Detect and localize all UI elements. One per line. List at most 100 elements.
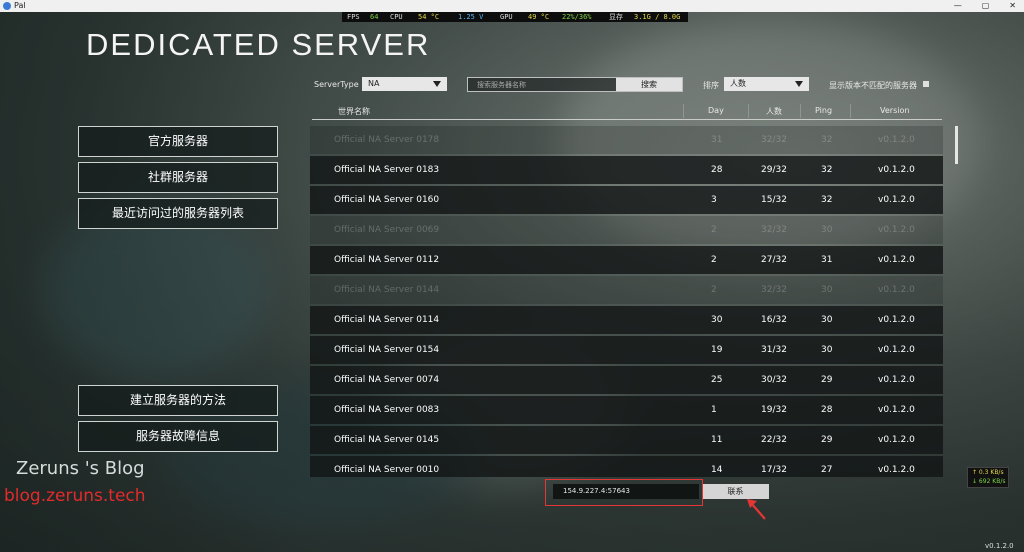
server-version: v0.1.2.0 — [878, 225, 915, 235]
server-ping: 31 — [821, 255, 833, 265]
server-row[interactable]: Official NA Server 0154 19 31/32 30 v0.1.2.0 — [310, 336, 943, 364]
server-ping: 30 — [821, 225, 833, 235]
server-version: v0.1.2.0 — [878, 315, 915, 325]
show-mismatch-checkbox[interactable] — [923, 81, 929, 87]
sort-dropdown[interactable]: 人数 — [724, 77, 809, 91]
server-row[interactable]: Official NA Server 0145 11 22/32 29 v0.1.2.0 — [310, 426, 943, 454]
server-type-dropdown[interactable]: NA — [362, 77, 447, 91]
server-name: Official NA Server 0112 — [334, 255, 440, 265]
hud-gpu-label: GPU — [500, 13, 513, 21]
server-row[interactable]: Official NA Server 0144 2 32/32 30 v0.1.2.0 — [310, 276, 943, 304]
server-players: 27/32 — [761, 255, 787, 265]
server-players: 17/32 — [761, 465, 787, 475]
server-day: 2 — [711, 285, 717, 295]
server-players: 19/32 — [761, 405, 787, 415]
upload-speed: ↑ 0.3 KB/s — [972, 469, 1004, 476]
hud-gpu-usage: 22%/36% — [562, 13, 592, 21]
server-day: 30 — [711, 315, 723, 325]
hud-fps-label: FPS — [347, 13, 360, 21]
official-servers-button[interactable]: 官方服务器 — [78, 126, 278, 157]
server-players: 31/32 — [761, 345, 787, 355]
server-players: 32/32 — [761, 225, 787, 235]
server-search: 搜索服务器名称 搜索 — [467, 77, 683, 92]
server-row[interactable]: Official NA Server 0178 31 32/32 32 v0.1.2.0 — [310, 126, 943, 154]
server-name: Official NA Server 0145 — [334, 435, 440, 445]
server-version: v0.1.2.0 — [878, 255, 915, 265]
column-divider — [748, 104, 749, 118]
column-divider — [850, 104, 851, 118]
server-day: 31 — [711, 135, 723, 145]
server-day: 2 — [711, 255, 717, 265]
server-name: Official NA Server 0178 — [334, 135, 440, 145]
maximize-icon[interactable]: ▢ — [982, 0, 990, 12]
server-players: 29/32 — [761, 165, 787, 175]
server-version: v0.1.2.0 — [878, 435, 915, 445]
community-servers-button[interactable]: 社群服务器 — [78, 162, 278, 193]
server-trouble-button[interactable]: 服务器故障信息 — [78, 421, 278, 452]
window-titlebar: Pal — ▢ ✕ — [0, 0, 1024, 12]
recent-servers-button[interactable]: 最近访问过的服务器列表 — [78, 198, 278, 229]
server-version: v0.1.2.0 — [878, 345, 915, 355]
server-row[interactable]: Official NA Server 0074 25 30/32 29 v0.1.2.0 — [310, 366, 943, 394]
server-name: Official NA Server 0144 — [334, 285, 440, 295]
server-row[interactable]: Official NA Server 0069 2 32/32 30 v0.1.2.0 — [310, 216, 943, 244]
server-players: 16/32 — [761, 315, 787, 325]
server-name: Official NA Server 0114 — [334, 315, 440, 325]
server-ping: 30 — [821, 345, 833, 355]
server-type-value: NA — [368, 79, 380, 88]
column-header-ping[interactable]: Ping — [815, 106, 832, 115]
server-day: 2 — [711, 225, 717, 235]
server-row[interactable]: Official NA Server 0114 30 16/32 30 v0.1.2.0 — [310, 306, 943, 334]
close-icon[interactable]: ✕ — [1009, 0, 1016, 12]
minimize-icon[interactable]: — — [954, 0, 962, 12]
server-row[interactable]: Official NA Server 0160 3 15/32 32 v0.1.2.0 — [310, 186, 943, 214]
server-ping: 30 — [821, 315, 833, 325]
server-version: v0.1.2.0 — [878, 165, 915, 175]
server-day: 25 — [711, 375, 723, 385]
hud-mem-label: 显存 — [609, 13, 623, 21]
column-header-version[interactable]: Version — [880, 106, 909, 115]
sort-value: 人数 — [730, 79, 746, 88]
server-day: 14 — [711, 465, 723, 475]
hud-cpu-temp: 54 °C — [418, 13, 440, 21]
server-day: 19 — [711, 345, 723, 355]
hud-fps-value: 64 — [370, 13, 379, 21]
server-row[interactable]: Official NA Server 0112 2 27/32 31 v0.1.2.0 — [310, 246, 943, 274]
server-row[interactable]: Official NA Server 0083 1 19/32 28 v0.1.2.0 — [310, 396, 943, 424]
app-title: Pal — [14, 1, 26, 10]
server-players: 22/32 — [761, 435, 787, 445]
search-button[interactable]: 搜索 — [616, 78, 682, 91]
column-header-name[interactable]: 世界名称 — [338, 106, 370, 117]
server-players: 32/32 — [761, 135, 787, 145]
server-ping: 28 — [821, 405, 833, 415]
how-to-host-button[interactable]: 建立服务器的方法 — [78, 385, 278, 416]
header-divider — [312, 119, 942, 120]
column-divider — [683, 104, 684, 118]
server-name: Official NA Server 0154 — [334, 345, 440, 355]
blog-watermark: Zeruns 's Blog — [16, 458, 145, 479]
server-day: 28 — [711, 165, 723, 175]
server-players: 32/32 — [761, 285, 787, 295]
server-version: v0.1.2.0 — [878, 135, 915, 145]
server-row[interactable]: Official NA Server 0183 28 29/32 32 v0.1.2.0 — [310, 156, 943, 184]
server-version: v0.1.2.0 — [878, 195, 915, 205]
hud-cpu-volt: 1.25 V — [458, 13, 484, 21]
server-ping: 29 — [821, 375, 833, 385]
network-speed-widget: ↑ 0.3 KB/s ↓ 692 KB/s — [967, 467, 1009, 488]
search-input[interactable]: 搜索服务器名称 — [477, 80, 526, 90]
server-ping: 32 — [821, 195, 833, 205]
column-header-players[interactable]: 人数 — [766, 106, 782, 117]
column-header-day[interactable]: Day — [708, 106, 724, 115]
server-version: v0.1.2.0 — [878, 465, 915, 475]
show-mismatch-label: 显示版本不匹配的服务器 — [829, 81, 917, 90]
server-row[interactable]: Official NA Server 0010 14 17/32 27 v0.1.2.0 — [310, 456, 943, 477]
server-type-label: ServerType — [314, 80, 359, 89]
server-name: Official NA Server 0160 — [334, 195, 440, 205]
blog-url-watermark: blog.zeruns.tech — [4, 486, 146, 506]
game-version: v0.1.2.0 — [985, 542, 1014, 550]
server-day: 1 — [711, 405, 717, 415]
server-name: Official NA Server 0074 — [334, 375, 440, 385]
server-list-scrollbar[interactable] — [955, 126, 958, 164]
download-speed: ↓ 692 KB/s — [972, 478, 1006, 485]
hud-gpu-temp: 49 °C — [528, 13, 550, 21]
